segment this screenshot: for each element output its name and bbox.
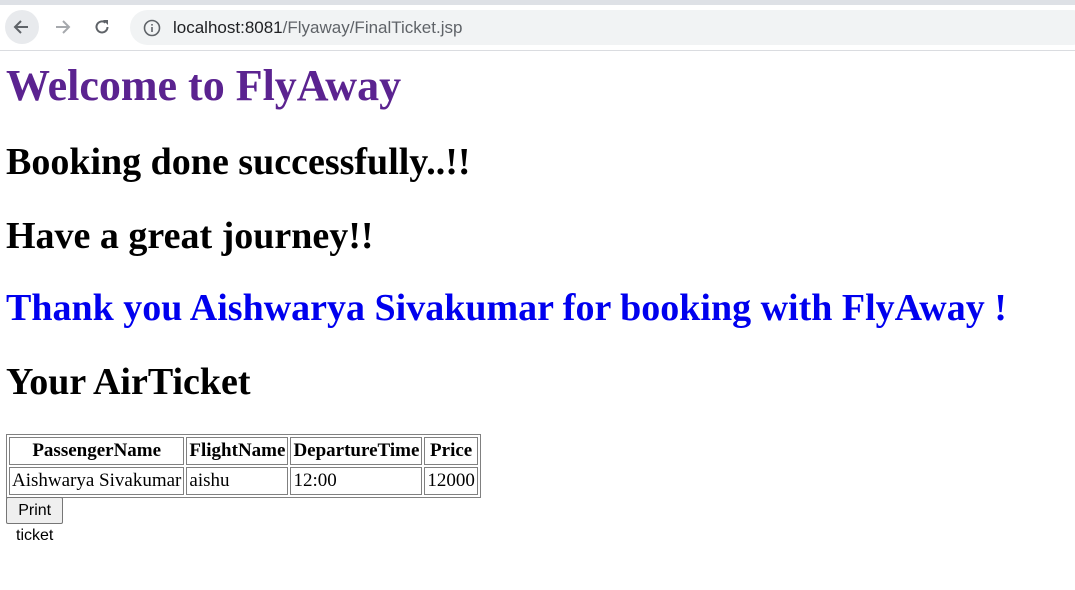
- reload-icon: [95, 20, 109, 34]
- url-text[interactable]: localhost:8081/Flyaway/FinalTicket.jsp: [173, 10, 462, 45]
- back-button[interactable]: [5, 10, 39, 44]
- welcome-heading: Welcome to FlyAway: [6, 61, 402, 110]
- print-ticket-button[interactable]: Print ticket: [6, 497, 64, 544]
- ticket-table: PassengerName FlightName DepartureTime P…: [6, 434, 481, 498]
- info-icon[interactable]: [143, 19, 161, 37]
- cell-flight-name: aishu: [186, 467, 289, 495]
- column-header-flight-name: FlightName: [186, 437, 289, 465]
- column-header-departure-time: DepartureTime: [290, 437, 423, 465]
- browser-toolbar: localhost:8081/Flyaway/FinalTicket.jsp: [0, 5, 1075, 51]
- url-host: localhost:8081: [173, 18, 283, 37]
- air-ticket-heading: Your AirTicket: [6, 361, 251, 403]
- column-header-price: Price: [424, 437, 478, 465]
- url-path: /Flyaway/FinalTicket.jsp: [282, 18, 463, 37]
- forward-button[interactable]: [45, 10, 79, 44]
- arrow-right-icon: [56, 20, 71, 34]
- cell-price: 12000: [424, 467, 478, 495]
- thank-you-heading: Thank you Aishwarya Sivakumar for bookin…: [6, 287, 1007, 329]
- column-header-passenger-name: PassengerName: [9, 437, 185, 465]
- table-header-row: PassengerName FlightName DepartureTime P…: [9, 437, 478, 465]
- cell-departure-time: 12:00: [290, 467, 423, 495]
- table-row: Aishwarya Sivakumar aishu 12:00 12000: [9, 467, 478, 495]
- reload-button[interactable]: [85, 10, 119, 44]
- journey-heading: Have a great journey!!: [6, 215, 374, 257]
- booking-done-heading: Booking done successfully..!!: [6, 141, 471, 183]
- address-bar[interactable]: localhost:8081/Flyaway/FinalTicket.jsp: [130, 10, 1075, 45]
- arrow-left-icon: [13, 20, 28, 34]
- cell-passenger-name: Aishwarya Sivakumar: [9, 467, 185, 495]
